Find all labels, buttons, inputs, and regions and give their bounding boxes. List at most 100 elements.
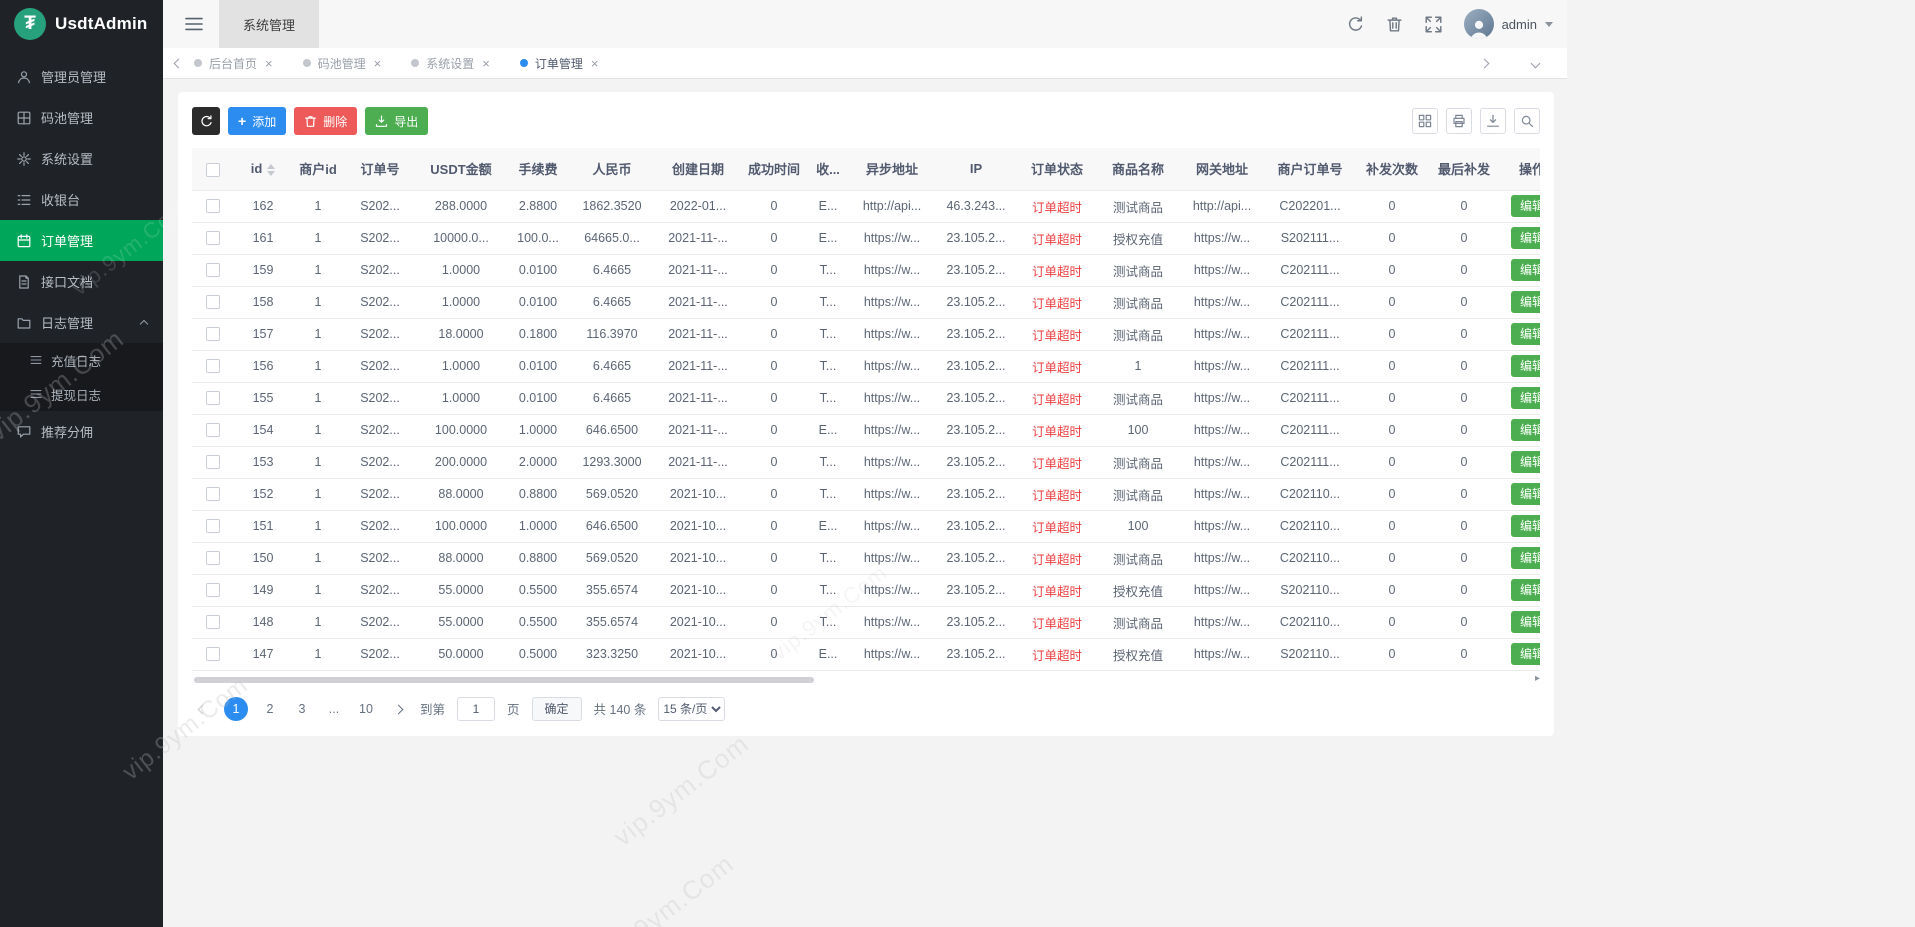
tab-close-icon[interactable]: × bbox=[591, 56, 599, 71]
select-all-checkbox[interactable] bbox=[206, 162, 220, 177]
sidebar-item-withdraw-log[interactable]: 提现日志 bbox=[0, 377, 163, 411]
download-button[interactable] bbox=[1480, 108, 1506, 134]
sidebar-item-order-management[interactable]: 订单管理 bbox=[0, 220, 163, 261]
row-checkbox[interactable] bbox=[206, 583, 220, 598]
pagination: 1 2 3 ... 10 到第 页 确定 共 140 条 15 条/页 bbox=[192, 696, 1540, 721]
cell-success-time: 0 bbox=[742, 190, 806, 223]
page-size-select[interactable]: 15 条/页 bbox=[658, 696, 726, 721]
page-button-3[interactable]: 3 bbox=[292, 702, 312, 716]
edit-button[interactable]: 编辑 bbox=[1510, 579, 1540, 601]
row-checkbox[interactable] bbox=[206, 199, 220, 214]
edit-button[interactable]: 编辑 bbox=[1510, 355, 1540, 377]
tabs-menu-toggle[interactable] bbox=[1520, 58, 1551, 68]
fullscreen-icon[interactable] bbox=[1425, 15, 1442, 33]
edit-button[interactable]: 编辑 bbox=[1510, 291, 1540, 313]
add-button[interactable]: + 添加 bbox=[228, 107, 287, 135]
tabs-scroll-left[interactable] bbox=[163, 58, 194, 68]
cell-actions: 编辑 bbox=[1500, 478, 1540, 511]
sidebar-item-admin-management[interactable]: 管理员管理 bbox=[0, 56, 163, 97]
scroll-right-icon[interactable]: ▸ bbox=[1535, 673, 1540, 684]
sidebar-item-api-docs[interactable]: 接口文档 bbox=[0, 261, 163, 302]
refresh-button[interactable] bbox=[192, 107, 220, 135]
edit-button[interactable]: 编辑 bbox=[1510, 323, 1540, 345]
columns-button[interactable] bbox=[1412, 108, 1438, 134]
export-button[interactable]: 导出 bbox=[365, 107, 429, 135]
edit-button[interactable]: 编辑 bbox=[1510, 419, 1540, 441]
page-button-2[interactable]: 2 bbox=[260, 702, 280, 716]
delete-button[interactable]: 删除 bbox=[294, 107, 358, 135]
cell-created: 2021-11-... bbox=[654, 446, 742, 479]
refresh-icon[interactable] bbox=[1347, 15, 1364, 33]
confirm-button[interactable]: 确定 bbox=[531, 696, 582, 721]
total-count-label: 共 140 条 bbox=[593, 703, 647, 717]
tether-logo-icon: ₮ bbox=[14, 8, 46, 40]
row-checkbox[interactable] bbox=[206, 455, 220, 470]
row-checkbox[interactable] bbox=[206, 423, 220, 438]
sort-icon[interactable] bbox=[267, 163, 276, 176]
tab-close-icon[interactable]: × bbox=[374, 56, 382, 71]
sidebar-toggle-icon[interactable] bbox=[185, 17, 203, 31]
page-button-1[interactable]: 1 bbox=[224, 696, 248, 721]
cell-actions: 编辑 bbox=[1500, 446, 1540, 479]
tab-order-management[interactable]: 订单管理 × bbox=[519, 55, 599, 72]
brand-logo[interactable]: ₮ UsdtAdmin bbox=[0, 0, 163, 48]
cell-id: 154 bbox=[234, 414, 292, 447]
row-checkbox[interactable] bbox=[206, 647, 220, 662]
sidebar-item-log-management[interactable]: 日志管理 bbox=[0, 302, 163, 343]
edit-button[interactable]: 编辑 bbox=[1510, 387, 1540, 409]
row-checkbox[interactable] bbox=[206, 551, 220, 566]
tab-close-icon[interactable]: × bbox=[482, 56, 490, 71]
row-checkbox[interactable] bbox=[206, 359, 220, 374]
horizontal-scrollbar[interactable]: ▸ bbox=[192, 673, 1540, 685]
sidebar-item-system-settings[interactable]: 系统设置 bbox=[0, 138, 163, 179]
edit-button[interactable]: 编辑 bbox=[1510, 195, 1540, 217]
edit-button[interactable]: 编辑 bbox=[1510, 227, 1540, 249]
cell-merchant-id: 1 bbox=[292, 222, 344, 255]
cell-cny: 323.3250 bbox=[570, 638, 654, 671]
next-page-button[interactable] bbox=[388, 702, 408, 716]
header-id[interactable]: id bbox=[234, 148, 292, 191]
scrollbar-thumb[interactable] bbox=[194, 676, 814, 683]
top-tab-system-management[interactable]: 系统管理 bbox=[219, 0, 320, 48]
goto-page-input[interactable] bbox=[457, 696, 496, 721]
row-checkbox[interactable] bbox=[206, 327, 220, 342]
tabs-scroll-right[interactable] bbox=[1469, 58, 1500, 68]
edit-button[interactable]: 编辑 bbox=[1510, 611, 1540, 633]
brand-name: UsdtAdmin bbox=[55, 14, 148, 33]
user-menu[interactable]: admin bbox=[1463, 9, 1553, 39]
cell-success-time: 0 bbox=[742, 446, 806, 479]
tab-pool-management[interactable]: 码池管理 × bbox=[302, 55, 382, 72]
row-checkbox[interactable] bbox=[206, 391, 220, 406]
tab-dashboard[interactable]: 后台首页 × bbox=[194, 55, 273, 72]
edit-button[interactable]: 编辑 bbox=[1510, 547, 1540, 569]
edit-button[interactable]: 编辑 bbox=[1510, 451, 1540, 473]
cell-order-no: S202... bbox=[344, 222, 416, 255]
edit-button[interactable]: 编辑 bbox=[1510, 259, 1540, 281]
cell-fee: 1.0000 bbox=[506, 414, 570, 447]
row-checkbox[interactable] bbox=[206, 615, 220, 630]
sidebar-item-recharge-log[interactable]: 充值日志 bbox=[0, 343, 163, 377]
row-checkbox[interactable] bbox=[206, 519, 220, 534]
row-checkbox[interactable] bbox=[206, 231, 220, 246]
search-button[interactable] bbox=[1514, 108, 1540, 134]
edit-button[interactable]: 编辑 bbox=[1510, 643, 1540, 665]
sidebar-item-cashier[interactable]: 收银台 bbox=[0, 179, 163, 220]
cell-select bbox=[192, 318, 234, 351]
cell-success-time: 0 bbox=[742, 286, 806, 319]
print-button[interactable] bbox=[1446, 108, 1472, 134]
table-row: 155 1 S202... 1.0000 0.0100 6.4665 2021-… bbox=[192, 382, 1540, 415]
tab-close-icon[interactable]: × bbox=[265, 56, 273, 71]
edit-button[interactable]: 编辑 bbox=[1510, 515, 1540, 537]
trash-icon[interactable] bbox=[1386, 16, 1403, 33]
prev-page-button[interactable] bbox=[192, 702, 212, 716]
sidebar-item-referral-commission[interactable]: 推荐分佣 bbox=[0, 411, 163, 452]
page-button-10[interactable]: 10 bbox=[356, 702, 376, 716]
edit-button[interactable]: 编辑 bbox=[1510, 483, 1540, 505]
sidebar-item-label: 系统设置 bbox=[41, 152, 94, 167]
tab-system-settings[interactable]: 系统设置 × bbox=[411, 55, 490, 72]
row-checkbox[interactable] bbox=[206, 487, 220, 502]
row-checkbox[interactable] bbox=[206, 295, 220, 310]
row-checkbox[interactable] bbox=[206, 263, 220, 278]
sidebar-item-pool-management[interactable]: 码池管理 bbox=[0, 97, 163, 138]
cell-select bbox=[192, 638, 234, 671]
